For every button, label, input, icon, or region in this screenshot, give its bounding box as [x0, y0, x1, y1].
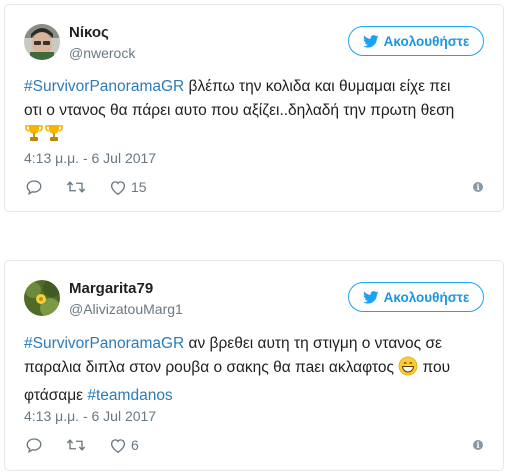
like-count: 15 [131, 179, 147, 195]
follow-button[interactable]: Ακολουθήστε [348, 26, 484, 56]
retweet-button[interactable] [66, 178, 86, 196]
reply-button[interactable] [25, 178, 43, 196]
like-button[interactable]: 15 [109, 179, 147, 196]
heart-icon [109, 437, 127, 454]
info-icon[interactable]: i [473, 182, 483, 192]
tweet-card: Margarita79 @AlivizatouMarg1 Ακολουθήστε… [4, 260, 504, 471]
hashtag-link[interactable]: #SurvivorPanoramaGR [24, 335, 184, 352]
tweet-timestamp[interactable]: 4:13 μ.μ. - 6 Jul 2017 [24, 408, 156, 424]
follow-button[interactable]: Ακολουθήστε [348, 282, 484, 312]
twitter-bird-icon [362, 34, 379, 48]
tweet-text-line2: παραλια διπλα στον ρουβα ο σακης θα πaει… [24, 359, 399, 376]
hashtag-link[interactable]: #teamdanos [87, 387, 172, 404]
like-count: 6 [131, 437, 139, 453]
author-name[interactable]: Margarita79 [69, 280, 153, 298]
retweet-icon [66, 178, 86, 196]
reply-icon [25, 178, 43, 196]
reply-button[interactable] [25, 436, 43, 454]
tweet-timestamp[interactable]: 4:13 μ.μ. - 6 Jul 2017 [24, 150, 156, 166]
author-handle[interactable]: @nwerock [69, 45, 135, 61]
tweet-text-line3: φτάσαμε [24, 387, 88, 404]
trophy-icon [24, 123, 44, 151]
tweet-text-line1: βλέπω την κολιδα και θυμαμαι είχε πει [184, 78, 451, 95]
like-button[interactable]: 6 [109, 437, 139, 454]
trophy-icon [44, 123, 64, 151]
author-name[interactable]: Νίκος [69, 24, 109, 42]
tweet-text-line2: οτι ο ντανος θα πάρει αυτο που αξίζει..δ… [24, 102, 455, 119]
tweet-actions: 15 [25, 177, 483, 197]
retweet-icon [66, 436, 86, 454]
follow-label: Ακολουθήστε [383, 289, 470, 305]
retweet-button[interactable] [66, 436, 86, 454]
tweet-text-line1: αν βρεθει αυτη τη στιγμη ο ντανος σε [184, 335, 442, 352]
tweet-text: #SurvivorPanoramaGR βλέπω την κολιδα και… [24, 75, 489, 151]
info-icon[interactable]: i [473, 440, 483, 450]
tweet-actions: 6 [25, 435, 483, 455]
grinning-face-icon [398, 356, 418, 384]
author-handle[interactable]: @AlivizatouMarg1 [69, 301, 183, 317]
avatar[interactable] [24, 24, 60, 60]
avatar[interactable] [24, 280, 60, 316]
follow-label: Ακολουθήστε [383, 33, 470, 49]
heart-icon [109, 179, 127, 196]
reply-icon [25, 436, 43, 454]
twitter-bird-icon [362, 290, 379, 304]
tweet-text-line2-end: που [418, 359, 451, 376]
hashtag-link[interactable]: #SurvivorPanoramaGR [24, 78, 184, 95]
tweet-card: Νίκος @nwerock Ακολουθήστε #SurvivorPano… [4, 4, 504, 212]
tweet-text: #SurvivorPanoramaGR αν βρεθει αυτη τη στ… [24, 332, 489, 408]
